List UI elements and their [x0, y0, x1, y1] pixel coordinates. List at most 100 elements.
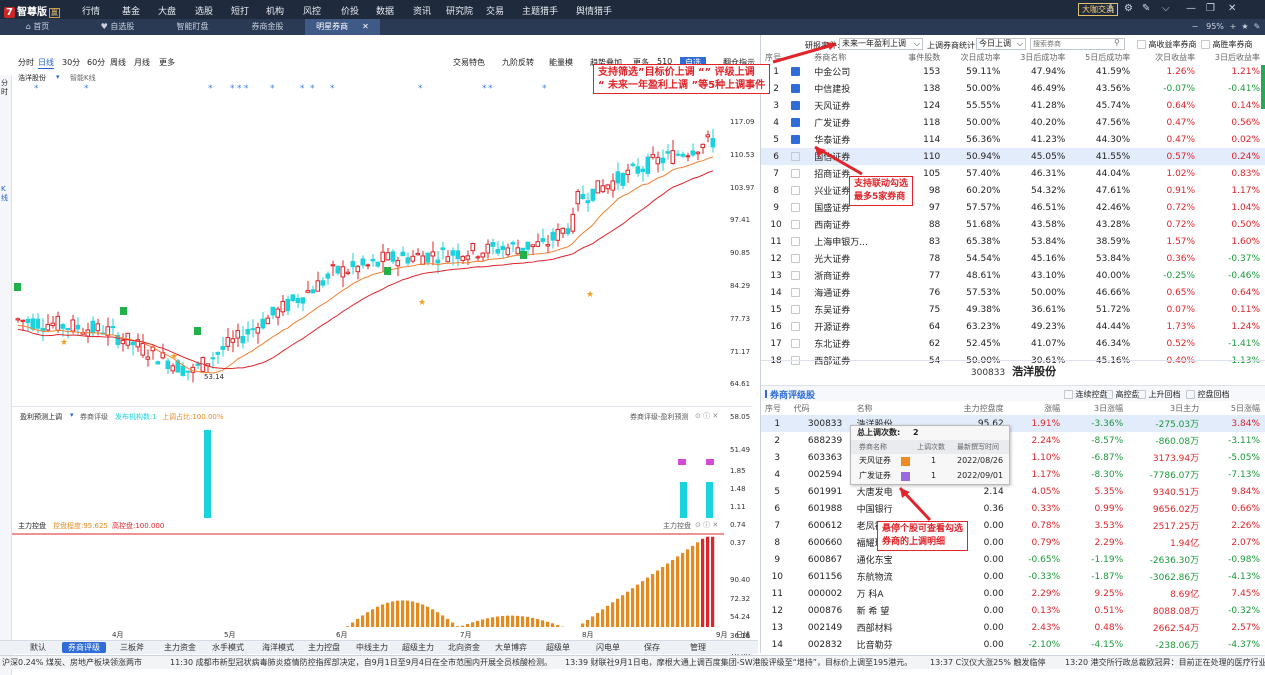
- rated-filter-checkbox[interactable]: 控盘回档: [1186, 389, 1230, 400]
- col-header[interactable]: 主力控盘度: [938, 401, 1010, 415]
- rated-stock-row[interactable]: 7600612老凤祥0.000.78%3.53%2517.25万2.26%: [761, 517, 1265, 534]
- rated-stock-row[interactable]: 13002149西部材料0.002.43%0.48%2662.54万2.57%: [761, 619, 1265, 636]
- rated-stock-row[interactable]: 12000876新 希 望0.000.13%0.51%8088.08万-0.32…: [761, 602, 1265, 619]
- period-tab-4[interactable]: 周线: [110, 57, 126, 68]
- col-header[interactable]: 3日后收益率: [1201, 52, 1265, 63]
- rated-filter-checkbox[interactable]: 上升回档: [1137, 389, 1181, 400]
- chart-tool-0[interactable]: 交易特色: [453, 57, 485, 68]
- dropdown-icon[interactable]: ▾: [56, 73, 60, 81]
- rated-stock-row[interactable]: 2688239航宇科技88.122.24%-8.57%-860.08万-3.11…: [761, 432, 1265, 449]
- period-tab-6[interactable]: 更多: [159, 57, 175, 68]
- menu-0[interactable]: 行情: [82, 4, 100, 17]
- rated-filter-checkbox[interactable]: 高控盘: [1104, 389, 1140, 400]
- indicator-tab-12[interactable]: 闪电单: [596, 642, 620, 653]
- tab-watchlist[interactable]: ♥ 自选股: [80, 19, 155, 35]
- indicator-tab-11[interactable]: 超级单: [546, 642, 570, 653]
- menu-13[interactable]: 舆情猎手: [576, 4, 612, 17]
- broker-checkbox[interactable]: [791, 84, 800, 93]
- rated-stock-row[interactable]: 10601156东航物流0.00-0.33%-1.87%-3062.86万-4.…: [761, 568, 1265, 585]
- broker-checkbox[interactable]: [791, 237, 800, 246]
- rated-stock-row[interactable]: 6601988中国银行0.360.33%0.99%9656.02万0.66%: [761, 500, 1265, 517]
- star-icon[interactable]: ★: [1240, 19, 1250, 35]
- indicator-tab-7[interactable]: 中线主力: [356, 642, 388, 653]
- ticker-item[interactable]: 13:39 财联社9月1日电，摩根大通上调百度集团-SW港股评级至“增持”，目标…: [565, 656, 912, 669]
- tab-home[interactable]: ⌂ 首页: [0, 19, 75, 35]
- rated-stock-row[interactable]: 3603363傲农生物12.401.10%-6.87%3173.94万-5.05…: [761, 449, 1265, 466]
- rated-stock-row[interactable]: 5601991大唐发电2.144.05%5.35%9340.51万9.84%: [761, 483, 1265, 500]
- period-tab-2[interactable]: 30分: [62, 57, 80, 68]
- broker-row[interactable]: 8兴业证券9860.20%54.32%47.61%0.91%1.17%: [761, 182, 1265, 199]
- rated-stock-row[interactable]: 8600660福耀玻璃0.000.79%2.29%1.94亿2.07%: [761, 534, 1265, 551]
- col-header[interactable]: 3日后成功率: [1007, 52, 1072, 63]
- menu-5[interactable]: 机构: [266, 4, 284, 17]
- broker-row[interactable]: 6国信证券11050.94%45.05%41.55%0.57%0.24%: [761, 148, 1265, 165]
- broker-row[interactable]: 17东北证券6252.45%41.07%46.34%0.52%-1.41%: [761, 335, 1265, 352]
- pin-icon[interactable]: ✎: [1142, 3, 1150, 14]
- rated-stock-row[interactable]: 14002832比音勒芬0.00-2.10%-4.15%-238.06万-4.3…: [761, 636, 1265, 653]
- broker-checkbox[interactable]: [791, 220, 800, 229]
- edit-icon[interactable]: ✎: [1252, 19, 1262, 35]
- close-tab-icon[interactable]: ✕: [362, 22, 369, 31]
- broker-row[interactable]: 9国盛证券9757.57%46.51%42.46%0.72%1.04%: [761, 199, 1265, 216]
- menu-4[interactable]: 短打: [231, 4, 249, 17]
- scroll-indicator[interactable]: [1261, 65, 1265, 109]
- rated-filter-checkbox[interactable]: 连续控盘: [1064, 389, 1108, 400]
- menu-2[interactable]: 大盘: [158, 4, 176, 17]
- ticker-item[interactable]: 沪深0.24% 煤炭、房地产板块领涨两市: [2, 656, 142, 669]
- chevron-down-icon[interactable]: ⌵: [1162, 3, 1170, 14]
- indicator-tab-2[interactable]: 三板斧: [120, 642, 144, 653]
- chart-tool-1[interactable]: 九阶反转: [502, 57, 534, 68]
- indicator-tab-4[interactable]: 水手模式: [212, 642, 244, 653]
- broker-checkbox[interactable]: [791, 254, 800, 263]
- col-header[interactable]: 3日涨幅: [1066, 401, 1129, 415]
- chart-tool-2[interactable]: 能量模: [549, 57, 573, 68]
- broker-row[interactable]: 13浙商证券7748.61%43.10%40.00%-0.25%-0.46%: [761, 267, 1265, 284]
- broker-checkbox[interactable]: [791, 118, 800, 127]
- indicator-tab-5[interactable]: 海洋模式: [262, 642, 294, 653]
- user-icon[interactable]: ♙: [1106, 3, 1115, 14]
- broker-row[interactable]: 12光大证券7854.54%45.16%53.84%0.36%-0.37%: [761, 250, 1265, 267]
- broker-checkbox[interactable]: [791, 135, 800, 144]
- menu-9[interactable]: 资讯: [413, 4, 431, 17]
- broker-checkbox[interactable]: [791, 186, 800, 195]
- broker-row[interactable]: 15东吴证券7549.38%36.61%51.72%0.07%0.11%: [761, 301, 1265, 318]
- broker-row[interactable]: 5华泰证券11456.36%41.23%44.30%0.47%0.02%: [761, 131, 1265, 148]
- rated-stock-row[interactable]: 11000002万 科A0.002.29%9.25%8.69亿7.45%: [761, 585, 1265, 602]
- period-tab-1[interactable]: 日线: [38, 57, 54, 69]
- broker-row[interactable]: 14海通证券7657.53%50.00%46.66%0.65%0.64%: [761, 284, 1265, 301]
- close-icon[interactable]: ✕: [1228, 3, 1236, 14]
- col-header[interactable]: 事件股数: [895, 52, 946, 63]
- broker-checkbox[interactable]: [791, 339, 800, 348]
- broker-checkbox[interactable]: [791, 169, 800, 178]
- menu-12[interactable]: 主题猎手: [522, 4, 558, 17]
- indicator2-controls[interactable]: ⊙ ⓘ ✕: [695, 520, 718, 530]
- restore-icon[interactable]: ❐: [1206, 3, 1215, 14]
- zoom-in-icon[interactable]: +: [1228, 19, 1238, 35]
- broker-checkbox[interactable]: [791, 271, 800, 280]
- minimize-icon[interactable]: —: [1186, 3, 1196, 14]
- menu-8[interactable]: 数据: [376, 4, 394, 17]
- indicator-tab-14[interactable]: 管理: [690, 642, 706, 653]
- period-select[interactable]: 今日上调⌵: [976, 38, 1026, 50]
- rated-stock-row[interactable]: 1300833浩洋股份95.621.91%-3.36%-275.03万3.84%: [761, 415, 1265, 432]
- indicator1-dropdown-icon[interactable]: ▾: [70, 411, 74, 419]
- broker-checkbox[interactable]: [791, 67, 800, 76]
- tab-smart-watch[interactable]: 智能盯盘: [155, 19, 230, 35]
- tab-golden-stocks[interactable]: 券商金股: [230, 19, 305, 35]
- menu-7[interactable]: 价投: [341, 4, 359, 17]
- broker-checkbox[interactable]: [791, 152, 800, 161]
- ticker-item[interactable]: 13:37 C汉仪大涨25% 触发临停: [930, 656, 1046, 669]
- broker-search-input[interactable]: [1030, 38, 1125, 50]
- col-header[interactable]: 5日涨幅: [1205, 401, 1265, 415]
- broker-checkbox[interactable]: [791, 101, 800, 110]
- high-yield-checkbox[interactable]: 高收益率券商: [1137, 39, 1197, 50]
- broker-row[interactable]: 4广发证券11850.00%40.20%47.56%0.47%0.56%: [761, 114, 1265, 131]
- broker-checkbox[interactable]: [791, 322, 800, 331]
- indicator-tab-10[interactable]: 大单博弈: [495, 642, 527, 653]
- news-ticker[interactable]: 沪深0.24% 煤炭、房地产板块领涨两市11:30 成都市新型冠状病毒肺炎疫情防…: [0, 655, 1265, 669]
- broker-row[interactable]: 1中金公司15359.11%47.94%41.59%1.26%1.21%: [761, 63, 1265, 80]
- col-header[interactable]: 次日成功率: [946, 52, 1006, 63]
- event-select[interactable]: 未来一年盈利上调⌵: [839, 38, 923, 50]
- col-header[interactable]: [791, 52, 814, 63]
- col-header[interactable]: 券商名称: [814, 52, 895, 63]
